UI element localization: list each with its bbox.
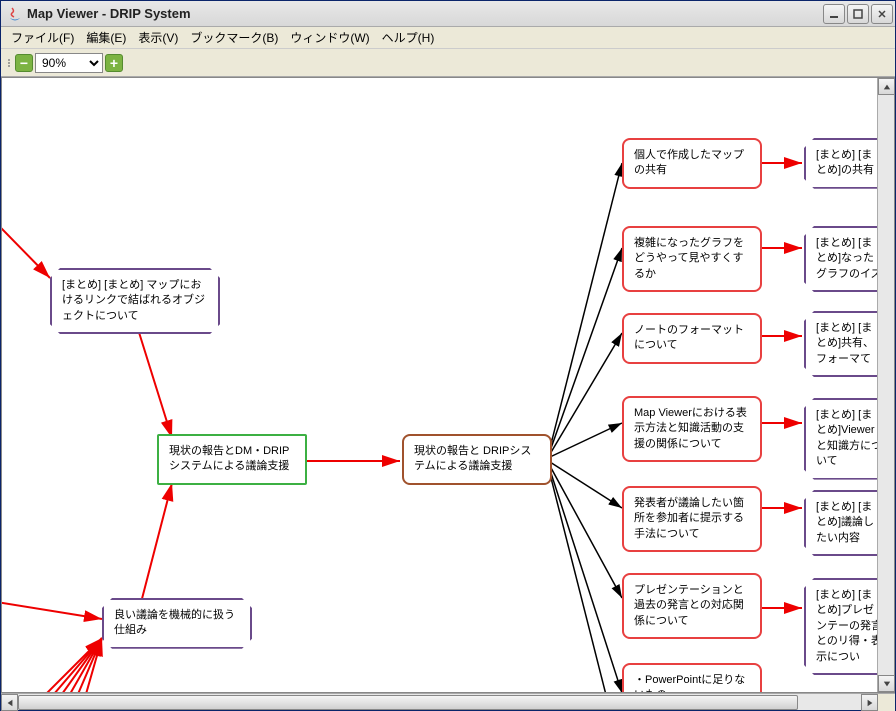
scroll-up-button[interactable]: [878, 78, 895, 95]
menubar: ファイル(F) 編集(E) 表示(V) ブックマーク(B) ウィンドウ(W) ヘ…: [1, 27, 895, 49]
zoom-out-button[interactable]: −: [15, 54, 33, 72]
node-complex-graph[interactable]: 複雑になったグラフをどうやって見やすくするか: [622, 226, 762, 292]
zoom-select[interactable]: 90%: [35, 53, 103, 73]
scroll-left-button[interactable]: [1, 694, 18, 711]
menu-bookmark[interactable]: ブックマーク(B): [184, 27, 284, 48]
node-dm-drip[interactable]: 現状の報告とDM・DRIPシステムによる議論支援: [157, 434, 307, 485]
close-button[interactable]: [871, 4, 893, 24]
app-java-icon: [7, 6, 23, 22]
node-note-format[interactable]: ノートのフォーマットについて: [622, 313, 762, 364]
toolbar-grip-icon: [5, 59, 13, 67]
canvas-area[interactable]: [まとめ] [まとめ] マップにおけるリンクで結ばれるオブジェクトについて 現状…: [1, 77, 895, 693]
app-window: Map Viewer - DRIP System ファイル(F) 編集(E) 表…: [0, 0, 896, 711]
node-presentation-past[interactable]: プレゼンテーションと過去の発言との対応関係について: [622, 573, 762, 639]
menu-edit[interactable]: 編集(E): [80, 27, 132, 48]
minimize-button[interactable]: [823, 4, 845, 24]
node-map-viewer-display[interactable]: Map Viewerにおける表示方法と知識活動の支援の関係について: [622, 396, 762, 462]
window-title: Map Viewer - DRIP System: [27, 6, 823, 21]
node-right-6[interactable]: [まとめ] [まとめ]プレゼンテーの発言とのリ得・表示につい: [804, 578, 877, 675]
node-mechanical-discussion[interactable]: 良い議論を機械的に扱う仕組み: [102, 598, 252, 649]
scroll-right-button[interactable]: [861, 694, 878, 711]
menu-file[interactable]: ファイル(F): [5, 27, 80, 48]
node-drip-report[interactable]: 現状の報告と DRIPシステムによる議論支援: [402, 434, 552, 485]
scroll-track-v[interactable]: [878, 95, 894, 675]
scrollbar-corner: [878, 694, 895, 711]
titlebar: Map Viewer - DRIP System: [1, 1, 895, 27]
node-right-2[interactable]: [まとめ] [まとめ]なったグラフのイズ: [804, 226, 877, 292]
menu-window[interactable]: ウィンドウ(W): [284, 27, 375, 48]
node-right-4[interactable]: [まとめ] [まとめ]Viewerと知識方について: [804, 398, 877, 480]
menu-help[interactable]: ヘルプ(H): [376, 27, 441, 48]
node-right-5[interactable]: [まとめ] [まとめ]議論したい内容: [804, 490, 877, 556]
maximize-button[interactable]: [847, 4, 869, 24]
toolbar: − 90% +: [1, 49, 895, 77]
node-right-1[interactable]: [まとめ] [まとめ]の共有: [804, 138, 877, 189]
scroll-track-h[interactable]: [18, 694, 861, 710]
node-map-share[interactable]: 個人で作成したマップの共有: [622, 138, 762, 189]
node-right-3[interactable]: [まとめ] [まとめ]共有、フォーマて: [804, 311, 877, 377]
scroll-down-button[interactable]: [878, 675, 895, 692]
node-powerpoint-needs[interactable]: ・PowerPointに足りないもの ・プレゼンテーションに必要なこと: [622, 663, 762, 692]
horizontal-scrollbar[interactable]: [1, 693, 895, 710]
node-presenter-points[interactable]: 発表者が議論したい箇所を参加者に提示する手法について: [622, 486, 762, 552]
zoom-in-button[interactable]: +: [105, 54, 123, 72]
scroll-thumb-h[interactable]: [18, 695, 798, 710]
vertical-scrollbar[interactable]: [877, 78, 894, 692]
menu-view[interactable]: 表示(V): [132, 27, 184, 48]
node-summary-links[interactable]: [まとめ] [まとめ] マップにおけるリンクで結ばれるオブジェクトについて: [50, 268, 220, 334]
